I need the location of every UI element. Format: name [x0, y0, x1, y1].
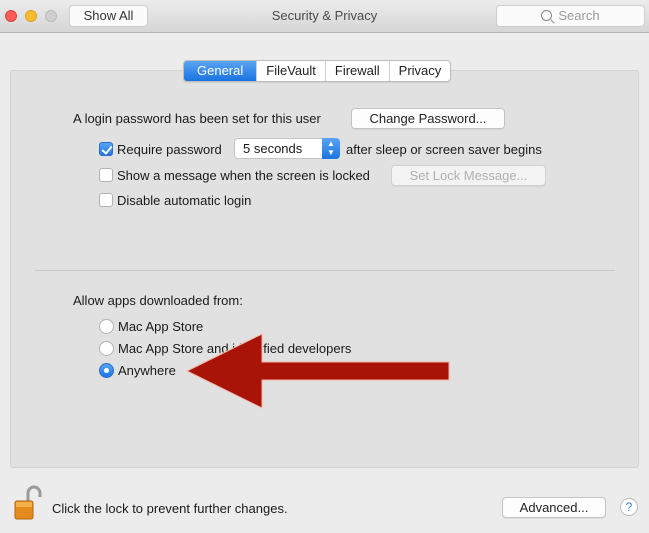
require-password-checkbox[interactable]: [99, 142, 113, 156]
require-password-label: Require password: [117, 142, 222, 157]
help-button[interactable]: ?: [620, 498, 638, 516]
unlocked-padlock-icon[interactable]: [12, 485, 42, 521]
set-lock-message-button[interactable]: Set Lock Message...: [391, 165, 546, 186]
search-field[interactable]: Search: [496, 5, 645, 27]
delay-value: 5 seconds: [243, 141, 303, 156]
radio-label-mac-app-store: Mac App Store: [118, 319, 204, 334]
radio-identified-developers[interactable]: [99, 341, 114, 356]
tab-privacy[interactable]: Privacy: [388, 61, 451, 81]
radio-label-identified-developers: Mac App Store and identified developers: [118, 341, 352, 356]
after-sleep-text: after sleep or screen saver begins: [346, 142, 542, 157]
lock-status-text: Click the lock to prevent further change…: [52, 501, 288, 516]
login-password-text: A login password has been set for this u…: [73, 111, 321, 126]
tab-filevault[interactable]: FileVault: [256, 61, 325, 81]
radio-label-anywhere: Anywhere: [118, 363, 176, 378]
disable-auto-login-checkbox[interactable]: [99, 193, 113, 207]
chevron-up-down-icon: ▲ ▼: [322, 138, 340, 159]
search-placeholder: Search: [558, 8, 600, 23]
advanced-button[interactable]: Advanced...: [502, 497, 606, 518]
radio-anywhere[interactable]: [99, 363, 114, 378]
show-message-checkbox[interactable]: [99, 168, 113, 182]
show-message-label: Show a message when the screen is locked: [117, 168, 370, 183]
tab-general[interactable]: General: [184, 61, 257, 81]
section-divider: [35, 270, 615, 271]
allow-apps-heading: Allow apps downloaded from:: [73, 293, 243, 308]
require-password-delay-select[interactable]: 5 seconds ▲ ▼: [234, 138, 340, 159]
tab-bar: General FileVault Firewall Privacy: [183, 60, 452, 82]
change-password-button[interactable]: Change Password...: [351, 108, 505, 129]
search-icon: [541, 10, 553, 21]
title-bar: Show All Security & Privacy Search: [0, 0, 649, 33]
help-icon: ?: [625, 500, 633, 514]
radio-mac-app-store[interactable]: [99, 319, 114, 334]
disable-auto-login-label: Disable automatic login: [117, 193, 252, 208]
tab-firewall[interactable]: Firewall: [324, 61, 389, 81]
general-panel: [10, 70, 639, 468]
